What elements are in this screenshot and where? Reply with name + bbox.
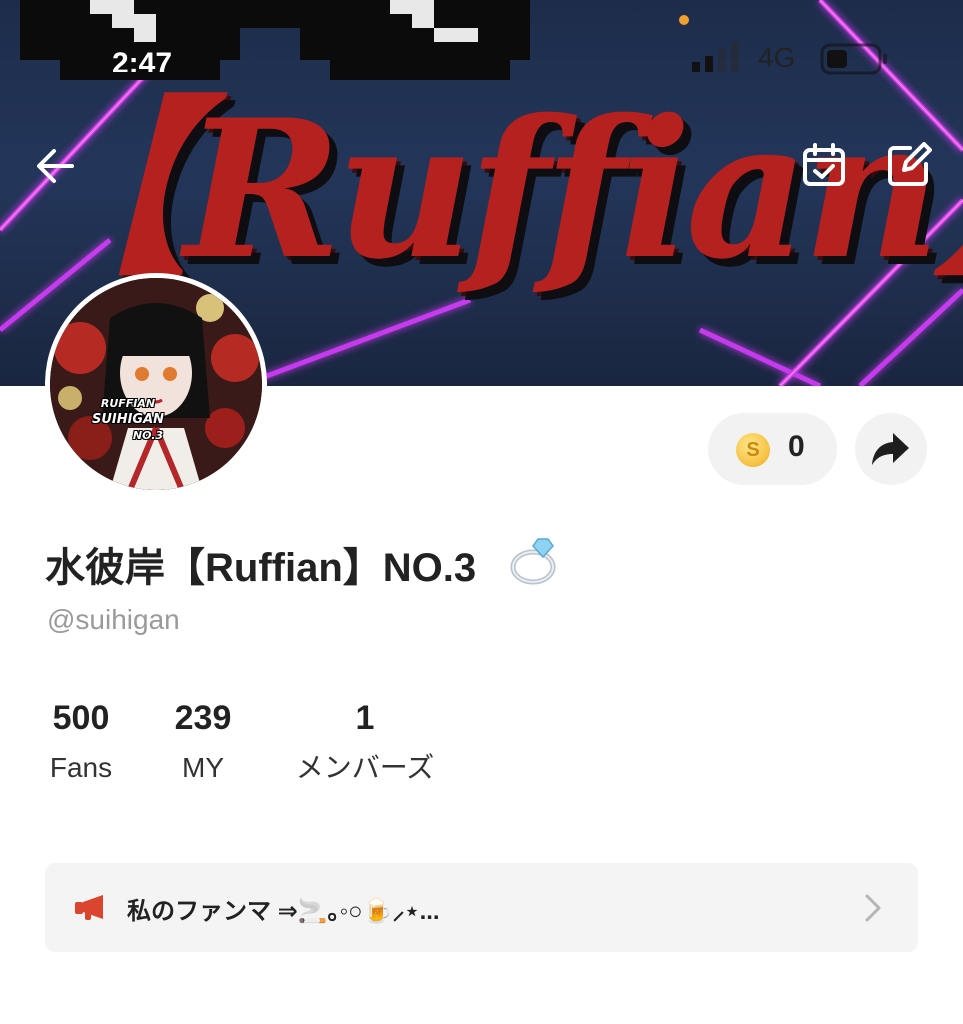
avatar-illustration bbox=[50, 278, 262, 490]
display-name: 水彼岸【Ruffian】NO.3 bbox=[45, 546, 477, 590]
stat-my[interactable]: 239 MY bbox=[165, 698, 241, 788]
calendar-check-icon[interactable] bbox=[802, 143, 846, 187]
stat-value: 1 bbox=[355, 699, 375, 737]
coin-icon: S bbox=[736, 433, 770, 467]
stat-label: Fans bbox=[49, 752, 113, 783]
ring-emoji-icon bbox=[510, 538, 556, 585]
coin-count: 0 bbox=[788, 430, 805, 463]
stat-label: MY bbox=[182, 752, 224, 783]
status-time: 2:47 bbox=[112, 47, 173, 72]
fanmail-announcement-bar[interactable]: 私のファンマ ⇒🚬｡◦○🍺⸝⋆... bbox=[45, 863, 918, 952]
edit-icon[interactable] bbox=[886, 142, 932, 188]
megaphone-icon bbox=[75, 895, 103, 920]
signal-icon bbox=[692, 42, 739, 72]
banner-brand-text: 【Ruffian】 bbox=[0, 78, 963, 301]
back-arrow-icon[interactable] bbox=[34, 146, 76, 186]
battery-icon bbox=[820, 43, 887, 75]
stat-value: 500 bbox=[52, 699, 110, 737]
network-type: 4G bbox=[758, 42, 796, 73]
stat-label: メンバーズ bbox=[295, 752, 435, 783]
avatar-image: RUFFIAN SUIHIGAN NO.3 bbox=[50, 278, 262, 490]
chevron-right-icon bbox=[865, 894, 881, 922]
profile-avatar[interactable]: RUFFIAN SUIHIGAN NO.3 bbox=[45, 273, 267, 495]
privacy-indicator-dot bbox=[679, 15, 689, 25]
avatar-caption: RUFFIAN SUIHIGAN NO.3 bbox=[91, 397, 165, 442]
fanmail-text: 私のファンマ ⇒🚬｡◦○🍺⸝⋆... bbox=[127, 898, 440, 925]
coin-balance-button[interactable]: S 0 bbox=[708, 413, 837, 485]
share-arrow-icon bbox=[872, 433, 909, 465]
share-button[interactable] bbox=[855, 413, 927, 485]
stat-value: 239 bbox=[174, 699, 232, 737]
stat-members[interactable]: 1 メンバーズ bbox=[290, 698, 440, 788]
username: @suihigan bbox=[47, 604, 180, 635]
stat-fans[interactable]: 500 Fans bbox=[45, 698, 117, 788]
